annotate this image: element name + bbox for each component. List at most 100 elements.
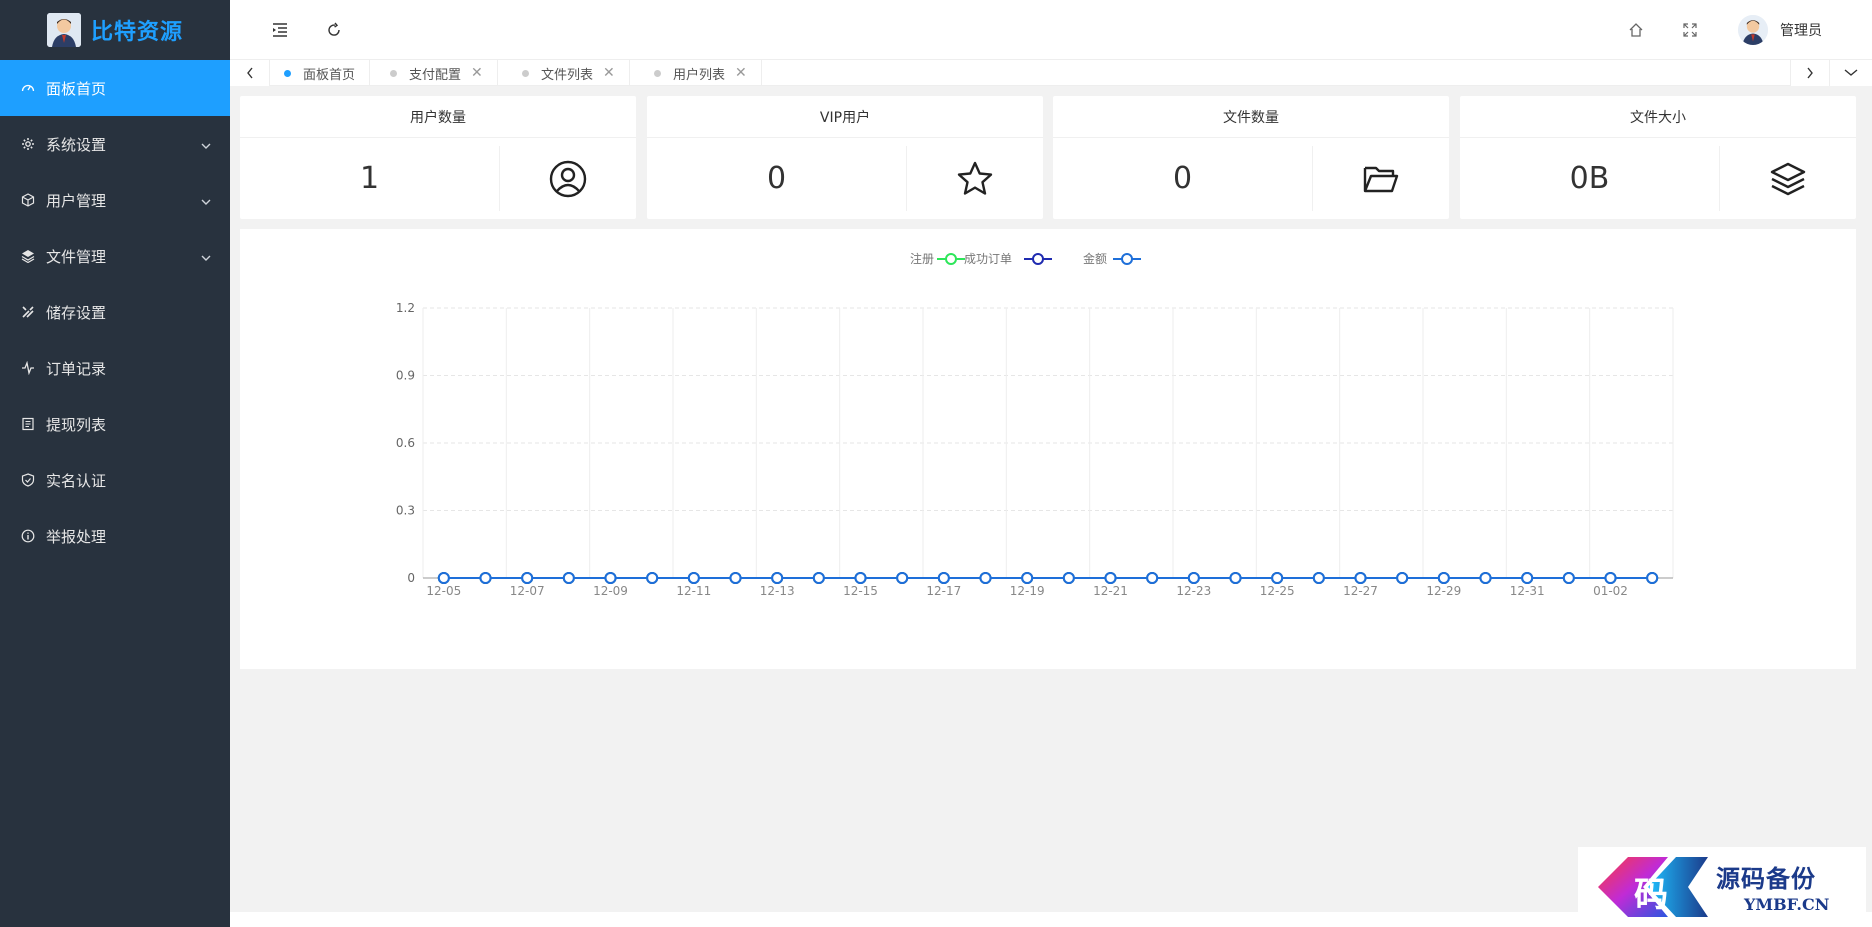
refresh-button[interactable] bbox=[322, 18, 346, 42]
x-tick-label: 12-09 bbox=[593, 584, 628, 598]
series-point[interactable] bbox=[1187, 572, 1200, 584]
sidebar-item-label: 储存设置 bbox=[46, 303, 107, 322]
series-point[interactable] bbox=[1646, 572, 1659, 584]
stat-card-value: 0B bbox=[1569, 161, 1610, 196]
tab-0[interactable]: 面板首页 bbox=[270, 60, 371, 86]
tabs-menu-button[interactable] bbox=[1830, 60, 1872, 86]
series-point[interactable] bbox=[687, 572, 700, 584]
chevron-down-icon bbox=[200, 138, 212, 150]
series-point[interactable] bbox=[1354, 572, 1367, 584]
sidebar-item-0[interactable]: 面板首页 bbox=[0, 60, 230, 116]
tab-dot bbox=[284, 69, 291, 77]
cube-icon bbox=[20, 192, 36, 208]
sidebar-item-4[interactable]: 储存设置 bbox=[0, 284, 230, 340]
stat-card-body: 0 bbox=[1053, 138, 1449, 219]
series-point[interactable] bbox=[521, 572, 534, 584]
sidebar-item-7[interactable]: 实名认证 bbox=[0, 452, 230, 508]
series-point[interactable] bbox=[1562, 572, 1575, 584]
close-icon[interactable]: ✕ bbox=[603, 65, 615, 81]
series-point[interactable] bbox=[1021, 572, 1034, 584]
legend-label[interactable]: 成功订单 bbox=[964, 252, 1012, 266]
legend-label[interactable]: 金额 bbox=[1083, 251, 1107, 266]
sidebar-item-label: 订单记录 bbox=[46, 359, 107, 378]
series-point[interactable] bbox=[1396, 572, 1409, 584]
tabs-bar: 面板首页 支付配置 ✕ 文件列表 ✕ 用户列表 ✕ bbox=[230, 60, 1872, 86]
sidebar-item-2[interactable]: 用户管理 bbox=[0, 172, 230, 228]
series-point[interactable] bbox=[729, 572, 742, 584]
series-point[interactable] bbox=[896, 572, 909, 584]
series-point[interactable] bbox=[854, 572, 867, 584]
series-point[interactable] bbox=[1062, 572, 1075, 584]
tab-3[interactable]: 用户列表 ✕ bbox=[640, 60, 762, 86]
dashboard-icon bbox=[20, 80, 36, 96]
tab-label: 用户列表 bbox=[673, 67, 726, 83]
series-point[interactable] bbox=[437, 572, 450, 584]
stat-card-1: VIP用户 0 bbox=[647, 96, 1043, 219]
chart-panel: 0 0.3 0.6 0.9 1.2 12-05 12-07 12-09 12-11 12-13 12… bbox=[240, 229, 1856, 669]
star-icon bbox=[907, 138, 1043, 219]
watermark-text-cn: 源码备份 bbox=[1716, 864, 1816, 893]
series-point[interactable] bbox=[479, 572, 492, 584]
tabs-scroll-right-button[interactable] bbox=[1790, 60, 1830, 86]
tab-label: 文件列表 bbox=[541, 67, 594, 83]
tab-dot bbox=[522, 69, 529, 77]
close-icon[interactable]: ✕ bbox=[735, 65, 747, 81]
stat-card-value: 1 bbox=[359, 161, 380, 196]
sidebar-item-label: 文件管理 bbox=[46, 247, 107, 266]
home-icon bbox=[1629, 23, 1643, 37]
sidebar-item-6[interactable]: 提现列表 bbox=[0, 396, 230, 452]
legend-label[interactable]: 注册 bbox=[910, 251, 934, 266]
folder-open-icon bbox=[1313, 138, 1449, 219]
watermark-logo: 码 源码备份 YMBF.CN bbox=[1578, 847, 1866, 927]
series-point[interactable] bbox=[1271, 572, 1284, 584]
series-point[interactable] bbox=[979, 572, 992, 584]
sidebar-item-1[interactable]: 系统设置 bbox=[0, 116, 230, 172]
series-point[interactable] bbox=[1146, 572, 1159, 584]
stat-card-value: 0 bbox=[1172, 161, 1193, 196]
sidebar-item-3[interactable]: 文件管理 bbox=[0, 228, 230, 284]
shield-check-icon bbox=[20, 472, 36, 488]
series-point[interactable] bbox=[812, 572, 825, 584]
sidebar-item-label: 提现列表 bbox=[46, 415, 107, 434]
menu-toggle-button[interactable] bbox=[268, 18, 292, 42]
tab-2[interactable]: 文件列表 ✕ bbox=[508, 60, 630, 86]
legend-marker bbox=[1121, 253, 1133, 265]
series-point[interactable] bbox=[604, 572, 617, 584]
series-point[interactable] bbox=[1479, 572, 1492, 584]
y-tick-label: 1.2 bbox=[396, 301, 415, 315]
x-tick-label: 12-13 bbox=[760, 584, 795, 598]
series-point[interactable] bbox=[937, 572, 950, 584]
legend-marker bbox=[1032, 253, 1044, 265]
x-tick-label: 12-05 bbox=[426, 584, 461, 598]
user-avatar[interactable] bbox=[1738, 15, 1768, 45]
chevron-down-icon bbox=[1844, 69, 1858, 76]
stat-card-body: 1 bbox=[240, 138, 636, 219]
series-point[interactable] bbox=[1229, 572, 1242, 584]
tab-1[interactable]: 支付配置 ✕ bbox=[376, 60, 498, 86]
logo[interactable]: 比特资源 bbox=[0, 0, 230, 60]
home-button[interactable] bbox=[1624, 18, 1648, 42]
sidebar: 比特资源 面板首页 系统设置 用户管理文件管理储存设置订单记录提现列表实名认证 举报处… bbox=[0, 0, 230, 927]
series-point[interactable] bbox=[1604, 572, 1617, 584]
fullscreen-button[interactable] bbox=[1678, 18, 1702, 42]
x-tick-label: 12-11 bbox=[676, 584, 711, 598]
pulse-icon bbox=[20, 360, 36, 376]
indent-icon bbox=[273, 23, 287, 37]
series-point[interactable] bbox=[1104, 572, 1117, 584]
user-name[interactable]: 管理员 bbox=[1780, 20, 1822, 40]
series-point[interactable] bbox=[562, 572, 575, 584]
close-icon[interactable]: ✕ bbox=[471, 65, 483, 81]
series-point[interactable] bbox=[1312, 572, 1325, 584]
series-point[interactable] bbox=[1437, 572, 1450, 584]
sidebar-item-5[interactable]: 订单记录 bbox=[0, 340, 230, 396]
stat-card-value: 0 bbox=[766, 161, 787, 196]
sidebar-item-8[interactable]: 举报处理 bbox=[0, 508, 230, 564]
tabs-scroll-left-button[interactable] bbox=[230, 60, 270, 86]
series-point[interactable] bbox=[1521, 572, 1534, 584]
user-circle-icon bbox=[500, 138, 636, 219]
series-point[interactable] bbox=[771, 572, 784, 584]
series-point[interactable] bbox=[646, 572, 659, 584]
stat-card-title: 文件数量 bbox=[1053, 96, 1449, 138]
y-tick-label: 0 bbox=[407, 571, 415, 585]
layers-icon bbox=[1720, 138, 1856, 219]
